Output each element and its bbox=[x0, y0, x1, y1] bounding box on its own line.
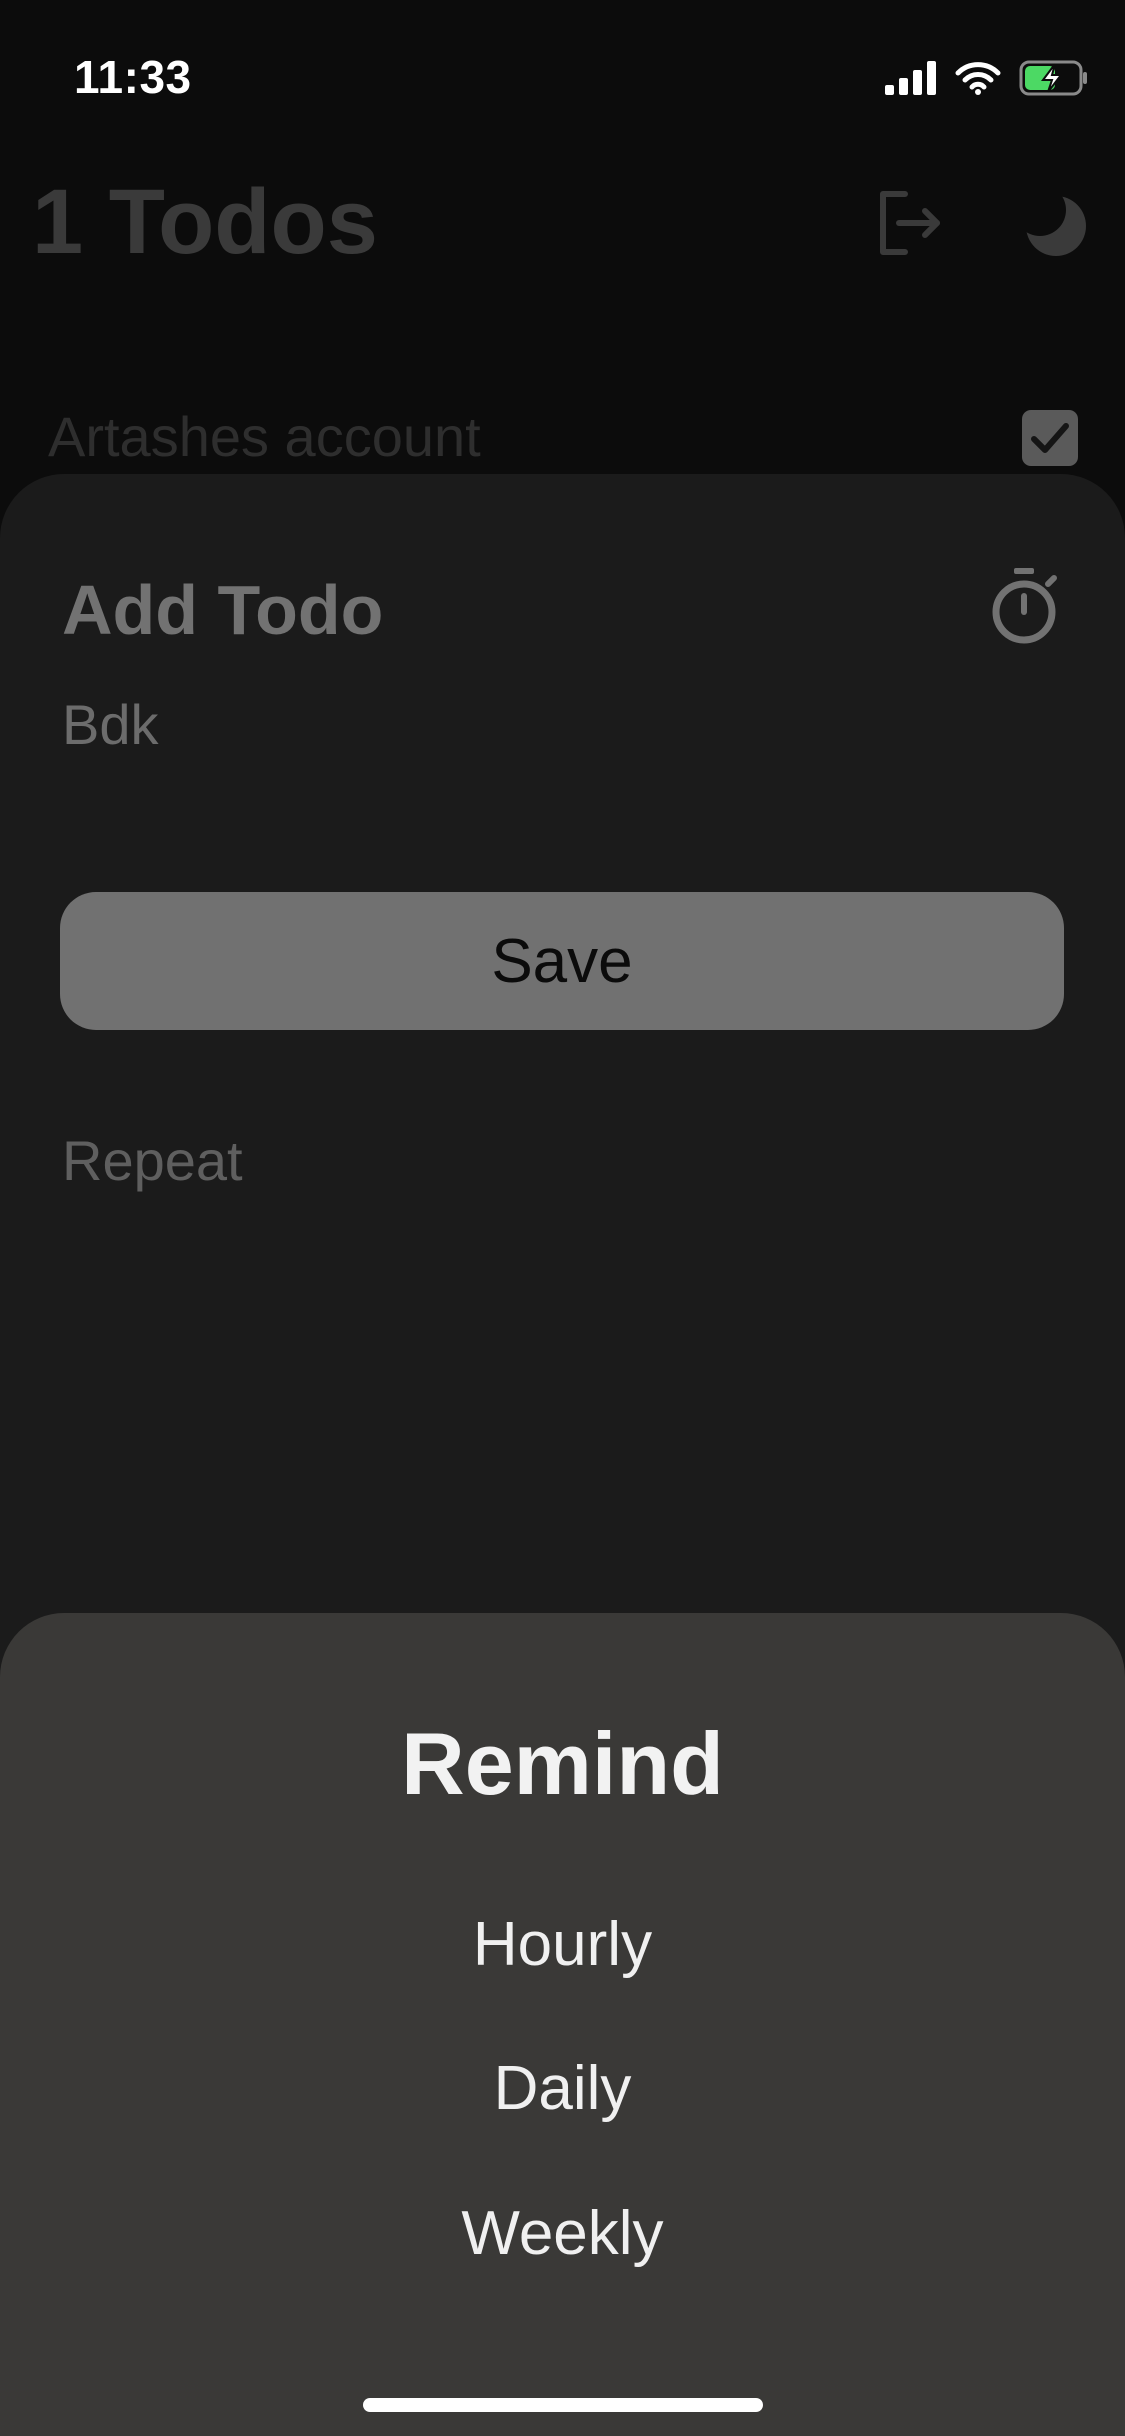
remind-title: Remind bbox=[401, 1714, 724, 1813]
sheet-title: Add Todo bbox=[62, 571, 384, 649]
battery-charging-icon bbox=[1019, 60, 1089, 101]
status-bar: 11:33 bbox=[0, 0, 1125, 150]
remind-action-sheet: Remind Hourly Daily Weekly bbox=[0, 1613, 1125, 2436]
remind-option-daily[interactable]: Daily bbox=[0, 2053, 1125, 2124]
todo-title-input[interactable] bbox=[62, 692, 1062, 757]
list-item-checkbox[interactable] bbox=[1022, 410, 1078, 466]
moon-icon[interactable] bbox=[1018, 188, 1088, 258]
home-indicator[interactable] bbox=[363, 2398, 763, 2412]
repeat-field[interactable]: Repeat bbox=[62, 1128, 243, 1193]
status-icons bbox=[885, 60, 1089, 101]
save-button[interactable]: Save bbox=[60, 892, 1064, 1030]
remind-option-weekly[interactable]: Weekly bbox=[0, 2198, 1125, 2269]
list-item-label: Artashes account bbox=[48, 405, 481, 468]
cellular-signal-icon bbox=[885, 61, 937, 100]
status-time: 11:33 bbox=[74, 51, 192, 103]
logout-icon[interactable] bbox=[875, 188, 945, 258]
wifi-icon bbox=[955, 61, 1001, 100]
timer-icon[interactable] bbox=[988, 566, 1060, 646]
remind-option-hourly[interactable]: Hourly bbox=[0, 1909, 1125, 1980]
page-title: 1 Todos bbox=[32, 171, 378, 273]
